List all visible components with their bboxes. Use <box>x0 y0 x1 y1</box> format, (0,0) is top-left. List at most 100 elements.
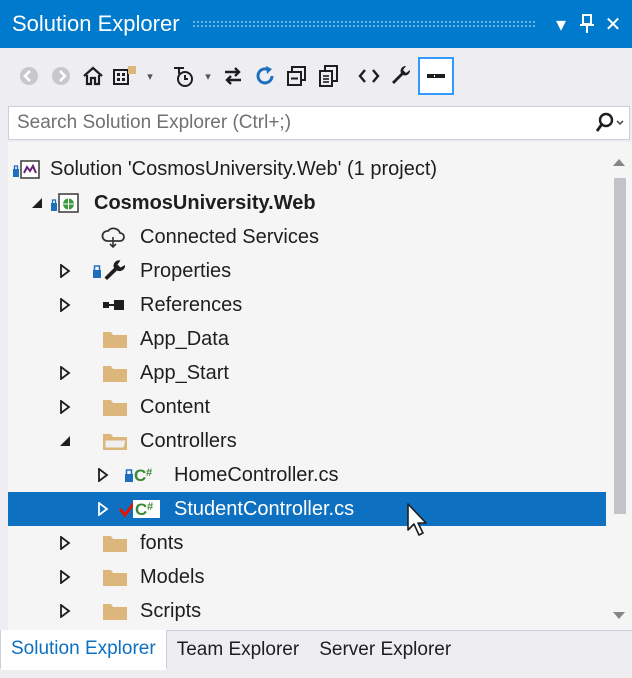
svg-text:C: C <box>134 466 146 485</box>
tree-item-label: Solution 'CosmosUniversity.Web' (1 proje… <box>50 157 438 180</box>
panel-title: Solution Explorer <box>12 11 180 36</box>
collapse-all-icon <box>287 66 306 86</box>
collapsed-arrow-icon[interactable] <box>58 536 72 550</box>
scrollbar-thumb[interactable] <box>614 178 626 514</box>
tree-item-project[interactable]: CosmosUniversity.Web <box>8 186 606 220</box>
pending-changes-filter-button[interactable] <box>168 59 198 93</box>
tree-item-controllers[interactable]: Controllers <box>8 424 606 458</box>
collapsed-arrow-icon[interactable] <box>58 400 72 414</box>
tree-item-fonts[interactable]: fonts <box>8 526 606 560</box>
tree-item-label: Scripts <box>140 599 202 622</box>
tree-item-references[interactable]: References <box>8 288 606 322</box>
collapsed-arrow-icon[interactable] <box>96 502 110 516</box>
scroll-up-arrow-icon <box>613 159 625 166</box>
show-all-files-icon <box>319 65 338 87</box>
tab-solution-explorer[interactable]: Solution Explorer <box>0 630 167 670</box>
folder-icon <box>100 326 130 352</box>
sync-with-active-document-button[interactable] <box>218 59 248 93</box>
tree-item-label: Models <box>140 565 205 588</box>
references-icon <box>98 292 128 318</box>
collapsed-arrow-icon[interactable] <box>58 366 72 380</box>
forward-icon <box>52 67 70 85</box>
tree-item-label: CosmosUniversity.Web <box>94 191 316 214</box>
tree-item-label: HomeController.cs <box>174 463 339 486</box>
folder-icon <box>100 530 130 556</box>
title-grip[interactable] <box>191 20 536 28</box>
tree-item-connected-services[interactable]: Connected Services <box>8 220 606 254</box>
svg-text:C: C <box>135 500 147 519</box>
auto-hide-pin-button[interactable] <box>574 8 600 40</box>
toolbar: ▾ ▾ <box>0 48 632 104</box>
tree-item-app-data[interactable]: App_Data <box>8 322 606 356</box>
refresh-button[interactable] <box>250 59 280 93</box>
home-button[interactable] <box>78 59 108 93</box>
tree-item-label: References <box>140 293 243 316</box>
collapse-all-button[interactable] <box>282 59 312 93</box>
tree-item-properties[interactable]: Properties <box>8 254 606 288</box>
tree-item-label: Properties <box>140 259 232 282</box>
collapsed-arrow-icon[interactable] <box>58 570 72 584</box>
tree-item-scripts[interactable]: Scripts <box>8 594 606 628</box>
bottom-tab-strip: Solution Explorer Team Explorer Server E… <box>0 630 632 678</box>
vertical-scrollbar[interactable] <box>606 142 632 630</box>
tree-item-home-controller[interactable]: C # HomeController.cs <box>8 458 606 492</box>
collapsed-arrow-icon[interactable] <box>58 604 72 618</box>
collapsed-arrow-icon[interactable] <box>96 468 110 482</box>
tree-item-content[interactable]: Content <box>8 390 606 424</box>
pending-changes-filter-icon <box>174 67 193 87</box>
scroll-up-button[interactable] <box>606 150 632 174</box>
solution-icon <box>12 156 42 182</box>
tree-item-label: Content <box>140 395 211 418</box>
window-position-dropdown-button[interactable]: ▾ <box>548 8 574 40</box>
web-project-icon <box>50 190 80 216</box>
toolbar-separator <box>346 59 352 93</box>
switch-views-dropdown[interactable]: ▾ <box>142 59 158 93</box>
show-all-files-button[interactable] <box>314 59 344 93</box>
close-button[interactable]: ✕ <box>600 8 626 40</box>
tree-item-solution[interactable]: Solution 'CosmosUniversity.Web' (1 proje… <box>8 152 606 186</box>
preview-selected-items-button[interactable] <box>418 57 454 95</box>
svg-text:#: # <box>146 467 152 479</box>
search-input[interactable] <box>9 112 589 134</box>
tab-server-explorer[interactable]: Server Explorer <box>309 631 461 671</box>
expanded-arrow-icon[interactable] <box>58 434 72 448</box>
folder-icon <box>100 394 130 420</box>
collapsed-arrow-icon[interactable] <box>58 264 72 278</box>
collapsed-arrow-icon[interactable] <box>58 298 72 312</box>
connected-services-icon <box>98 224 128 250</box>
back-button[interactable] <box>14 59 44 93</box>
tree-item-label: fonts <box>140 531 184 554</box>
search-box <box>8 106 630 140</box>
switch-views-icon <box>113 66 136 85</box>
tree-item-student-controller[interactable]: C # StudentController.cs <box>8 492 606 526</box>
folder-icon <box>100 360 130 386</box>
preview-selected-items-icon <box>427 74 445 78</box>
wrench-icon <box>100 258 130 284</box>
search-button[interactable] <box>589 107 629 139</box>
folder-icon <box>100 564 130 590</box>
folder-icon <box>100 598 130 624</box>
forward-button[interactable] <box>46 59 76 93</box>
view-code-icon <box>358 69 380 83</box>
tree-item-label: App_Start <box>140 361 229 384</box>
tree-item-label: Controllers <box>140 429 237 452</box>
tree-item-models[interactable]: Models <box>8 560 606 594</box>
sync-with-active-document-icon <box>225 67 241 85</box>
title-bar: Solution Explorer ▾ ✕ <box>0 0 632 48</box>
pending-changes-filter-dropdown[interactable]: ▾ <box>200 59 216 93</box>
tree-item-label: StudentController.cs <box>174 497 355 520</box>
view-code-button[interactable] <box>354 59 384 93</box>
expanded-arrow-icon[interactable] <box>30 196 44 210</box>
switch-views-button[interactable] <box>110 59 140 93</box>
tree-item-app-start[interactable]: App_Start <box>8 356 606 390</box>
back-icon <box>20 67 38 85</box>
tree-item-label: App_Data <box>140 327 229 350</box>
scroll-down-button[interactable] <box>606 604 632 628</box>
csharp-file-icon: C # <box>132 462 162 488</box>
toolbar-separator <box>160 59 166 93</box>
folder-open-icon <box>100 428 130 454</box>
properties-icon <box>392 65 411 84</box>
refresh-icon <box>256 66 274 85</box>
properties-button[interactable] <box>386 59 416 93</box>
tab-team-explorer[interactable]: Team Explorer <box>167 631 310 671</box>
